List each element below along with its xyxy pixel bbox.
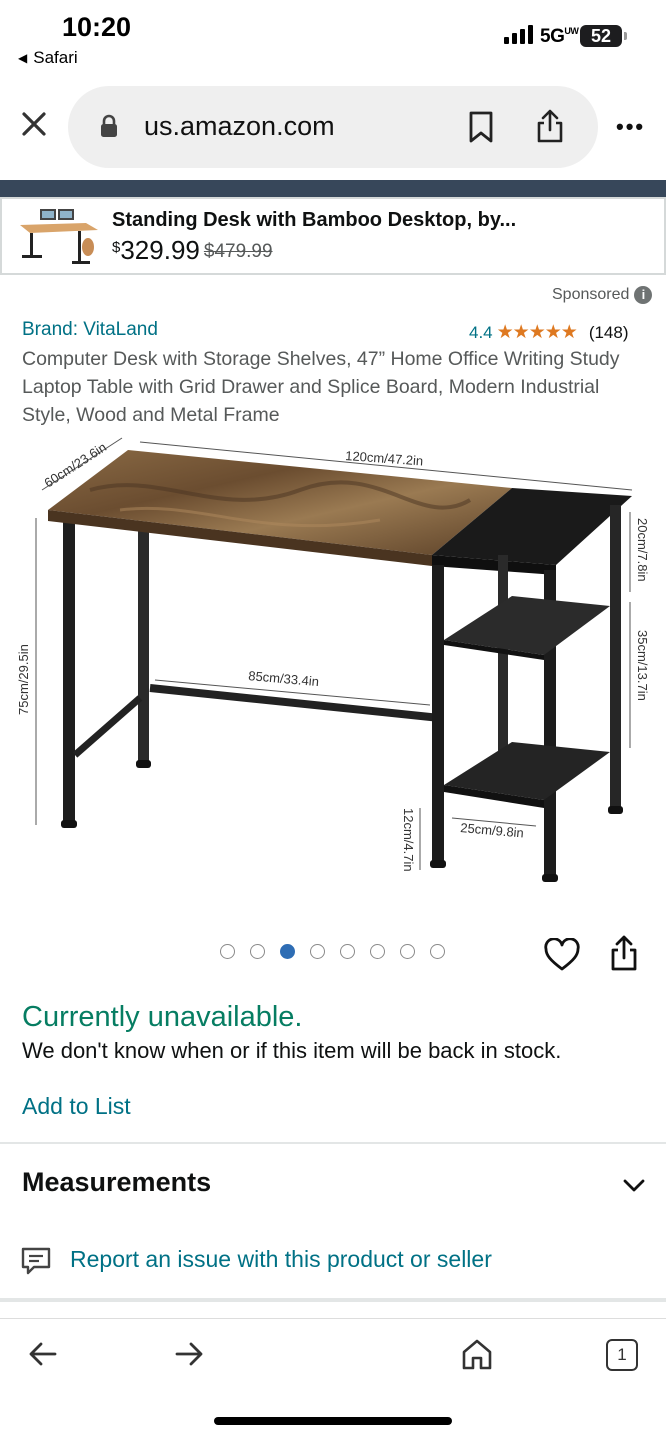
- divider: [0, 1142, 666, 1144]
- brand-link[interactable]: Brand: VitaLand: [22, 319, 158, 341]
- info-icon[interactable]: i: [634, 286, 653, 304]
- status-time: 10:20: [62, 12, 132, 42]
- carousel-dot[interactable]: [250, 944, 265, 959]
- sponsored-text: Sponsored: [552, 286, 630, 303]
- mini-product-price: $ 329.99 $479.99: [112, 235, 273, 266]
- carousel-dot[interactable]: [400, 944, 415, 959]
- url-text[interactable]: us.amazon.com: [144, 111, 335, 142]
- chevron-down-icon[interactable]: [622, 1178, 646, 1194]
- old-price: $479.99: [203, 241, 273, 262]
- carousel-dot[interactable]: [430, 944, 445, 959]
- back-app-label: Safari: [33, 48, 78, 67]
- dim-top-shelf: 20cm/7.8in: [635, 518, 650, 582]
- tabs-icon[interactable]: 1: [606, 1339, 638, 1371]
- star-rating-icon: ★★★★★: [496, 322, 578, 343]
- back-arrow-icon[interactable]: [28, 1341, 58, 1367]
- availability-status: Currently unavailable.: [22, 1001, 303, 1033]
- amazon-header-band: [0, 180, 666, 197]
- rating-summary[interactable]: 4.4 ★★★★★ (148): [469, 321, 629, 344]
- battery-indicator: 52: [580, 25, 627, 47]
- image-carousel-dots: [220, 944, 445, 959]
- dim-shelf-width: 25cm/9.8in: [460, 820, 525, 840]
- carousel-dot[interactable]: [340, 944, 355, 959]
- address-bar[interactable]: us.amazon.com: [68, 86, 598, 168]
- network-indicator: 5GUW: [540, 26, 579, 48]
- browser-toolbar: 1: [0, 1318, 666, 1440]
- product-title[interactable]: Computer Desk with Storage Shelves, 47” …: [22, 345, 652, 429]
- lock-icon: [101, 114, 117, 137]
- product-image[interactable]: 120cm/47.2in 60cm/23.6in 75cm/29.5in 85c…: [0, 430, 666, 900]
- network-suffix: UW: [564, 26, 579, 36]
- price-value: 329.99: [120, 235, 200, 265]
- sponsored-product-card[interactable]: Standing Desk with Bamboo Desktop, by...…: [0, 197, 666, 275]
- sponsored-label[interactable]: Sponsored i: [552, 286, 653, 304]
- more-icon[interactable]: •••: [616, 114, 645, 140]
- rating-value: 4.4: [469, 322, 493, 342]
- share-product-icon[interactable]: [608, 934, 640, 972]
- add-to-list-link[interactable]: Add to List: [22, 1093, 131, 1120]
- desk-thumbnail: [20, 209, 98, 264]
- carousel-dot[interactable]: [370, 944, 385, 959]
- carousel-dot[interactable]: [310, 944, 325, 959]
- carousel-dot[interactable]: [220, 944, 235, 959]
- mini-product-title[interactable]: Standing Desk with Bamboo Desktop, by...: [112, 209, 516, 232]
- home-icon[interactable]: [460, 1337, 494, 1371]
- bookmark-icon[interactable]: [466, 110, 496, 144]
- availability-message: We don't know when or if this item will …: [22, 1038, 562, 1063]
- report-issue-link[interactable]: Report an issue with this product or sel…: [70, 1246, 492, 1273]
- dim-leg-span: 85cm/33.4in: [248, 668, 320, 689]
- price-currency: $: [112, 239, 121, 256]
- close-icon[interactable]: [16, 106, 52, 142]
- home-indicator: [214, 1417, 452, 1425]
- status-bar: 10:20 ◀ Safari 5GUW 52: [0, 0, 666, 80]
- dim-height: 75cm/29.5in: [16, 644, 31, 715]
- share-icon[interactable]: [534, 108, 566, 144]
- report-speech-bubble-icon: [21, 1247, 51, 1275]
- back-triangle-icon: ◀: [18, 51, 28, 65]
- dim-mid-shelf: 35cm/13.7in: [635, 630, 650, 701]
- dim-width: 120cm/47.2in: [345, 448, 424, 468]
- rating-count: (148): [588, 322, 629, 342]
- signal-icon: [504, 25, 533, 44]
- measurements-header[interactable]: Measurements: [22, 1167, 211, 1198]
- back-to-app-link[interactable]: ◀ Safari: [18, 48, 78, 68]
- network-label: 5G: [540, 26, 565, 47]
- wishlist-heart-icon[interactable]: [544, 938, 580, 972]
- divider: [0, 1298, 666, 1302]
- dim-bottom-gap: 12cm/4.7in: [401, 808, 416, 872]
- forward-arrow-icon[interactable]: [174, 1341, 204, 1367]
- carousel-dot-active[interactable]: [280, 944, 295, 959]
